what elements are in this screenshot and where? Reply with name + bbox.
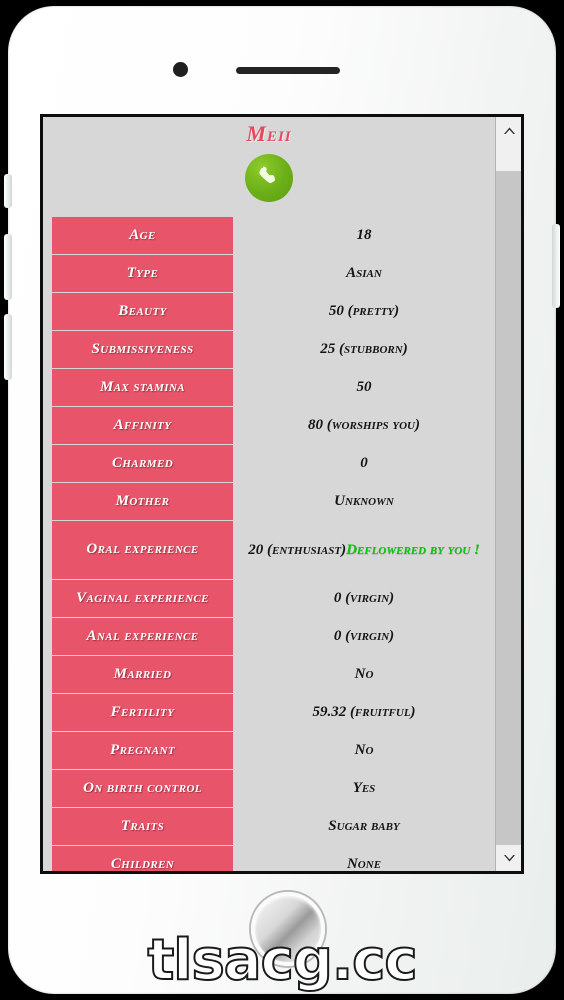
- call-button[interactable]: [245, 154, 293, 202]
- stat-row: Max stamina 50: [43, 369, 495, 406]
- stat-row: Charmed 0: [43, 445, 495, 482]
- stat-value: Yes: [233, 770, 495, 807]
- stat-row: Mother Unknown: [43, 483, 495, 520]
- stat-row: Age 18: [43, 217, 495, 254]
- earpiece-speaker-icon: [236, 67, 340, 74]
- stat-label[interactable]: Traits: [52, 808, 233, 845]
- stat-value-text: None: [346, 856, 382, 873]
- phone-frame: Meii Age 18 Type Asian Beauty 50 (pretty) Subm…: [4, 6, 560, 994]
- stat-value: 50: [233, 369, 495, 406]
- stat-value: 80 (worships you): [233, 407, 495, 444]
- character-name: Meii: [246, 121, 292, 146]
- stat-row: Beauty 50 (pretty): [43, 293, 495, 330]
- stat-value: 0 (virgin): [233, 580, 495, 617]
- stat-value: Sugar baby: [233, 808, 495, 845]
- stat-value-text: 0 (virgin): [333, 590, 395, 607]
- stat-label[interactable]: On birth control: [52, 770, 233, 807]
- scroll-thumb[interactable]: [496, 143, 521, 171]
- app-screen: Meii Age 18 Type Asian Beauty 50 (pretty) Subm…: [40, 114, 524, 874]
- stat-label[interactable]: Affinity: [52, 407, 233, 444]
- chevron-up-icon: [503, 126, 516, 135]
- stat-value: 0 (virgin): [233, 618, 495, 655]
- silent-switch-button[interactable]: [4, 174, 12, 208]
- front-camera-icon: [173, 62, 188, 77]
- stat-value: 18: [233, 217, 495, 254]
- stat-value: None: [233, 846, 495, 873]
- stat-value: Unknown: [233, 483, 495, 520]
- scroll-up-arrow-button[interactable]: [496, 117, 521, 143]
- stat-value: No: [233, 732, 495, 769]
- stat-row: Affinity 80 (worships you): [43, 407, 495, 444]
- stat-value-text: 18: [356, 227, 372, 244]
- character-stat-panel: Meii Age 18 Type Asian Beauty 50 (pretty) Subm…: [43, 117, 495, 871]
- stat-row-list: Age 18 Type Asian Beauty 50 (pretty) Submissiv…: [43, 217, 495, 873]
- character-header: Meii: [43, 119, 495, 207]
- stat-value: 59.32 (fruitful): [233, 694, 495, 731]
- stat-row: Traits Sugar baby: [43, 808, 495, 845]
- stat-value-text: No: [354, 666, 374, 683]
- stat-value-text: 50: [356, 379, 372, 396]
- stat-value-highlight: Deflowered by you !: [346, 541, 480, 558]
- stat-value-text: 0: [360, 455, 368, 472]
- stat-value-text: Unknown: [334, 493, 394, 510]
- stat-row: Oral experience 20 (enthusiast) Deflowere…: [43, 521, 495, 579]
- stat-value-text: 0 (virgin): [333, 628, 395, 645]
- stat-label[interactable]: Type: [52, 255, 233, 292]
- stat-value-text: 59.32 (fruitful): [312, 704, 416, 721]
- stat-value-text: 25 (stubborn): [320, 341, 408, 358]
- watermark: tlsacg.cc: [146, 927, 418, 994]
- stat-value: Asian: [233, 255, 495, 292]
- stat-row: Submissiveness 25 (stubborn): [43, 331, 495, 368]
- stat-value: 20 (enthusiast) Deflowered by you !: [233, 521, 495, 579]
- stat-value-text: 20 (enthusiast): [248, 541, 347, 558]
- stat-row: Married No: [43, 656, 495, 693]
- stat-label[interactable]: Mother: [52, 483, 233, 520]
- stat-row: Pregnant No: [43, 732, 495, 769]
- stat-row: Fertility 59.32 (fruitful): [43, 694, 495, 731]
- stat-label[interactable]: Submissiveness: [52, 331, 233, 368]
- stat-value: 0: [233, 445, 495, 482]
- chevron-down-icon: [503, 854, 516, 863]
- stat-value-text: No: [354, 742, 374, 759]
- stat-row: Anal experience 0 (virgin): [43, 618, 495, 655]
- volume-up-button[interactable]: [4, 234, 12, 300]
- stat-row: Type Asian: [43, 255, 495, 292]
- stat-value-text: Sugar baby: [328, 818, 400, 835]
- stat-label[interactable]: Age: [52, 217, 233, 254]
- stat-value-text: 80 (worships you): [308, 417, 420, 434]
- scroll-down-arrow-button[interactable]: [496, 845, 521, 871]
- stat-label[interactable]: Anal experience: [52, 618, 233, 655]
- stat-row: Vaginal experience 0 (virgin): [43, 580, 495, 617]
- stat-label[interactable]: Max stamina: [52, 369, 233, 406]
- stat-value-text: 50 (pretty): [328, 303, 400, 320]
- stat-row: On birth control Yes: [43, 770, 495, 807]
- stat-value-text: Yes: [352, 780, 376, 797]
- stat-label[interactable]: Children: [52, 846, 233, 871]
- stat-value: 50 (pretty): [233, 293, 495, 330]
- stat-label[interactable]: Oral experience: [52, 521, 233, 579]
- power-button[interactable]: [552, 224, 560, 308]
- stat-value-text: Asian: [346, 265, 382, 282]
- stat-label[interactable]: Vaginal experience: [52, 580, 233, 617]
- scrollbar[interactable]: [495, 117, 521, 871]
- stat-label[interactable]: Pregnant: [52, 732, 233, 769]
- stat-label[interactable]: Charmed: [52, 445, 233, 482]
- stat-row: Children None: [43, 846, 495, 873]
- stat-value: 25 (stubborn): [233, 331, 495, 368]
- stat-label[interactable]: Beauty: [52, 293, 233, 330]
- stat-label[interactable]: Fertility: [52, 694, 233, 731]
- stat-value: No: [233, 656, 495, 693]
- volume-down-button[interactable]: [4, 314, 12, 380]
- stat-label[interactable]: Married: [52, 656, 233, 693]
